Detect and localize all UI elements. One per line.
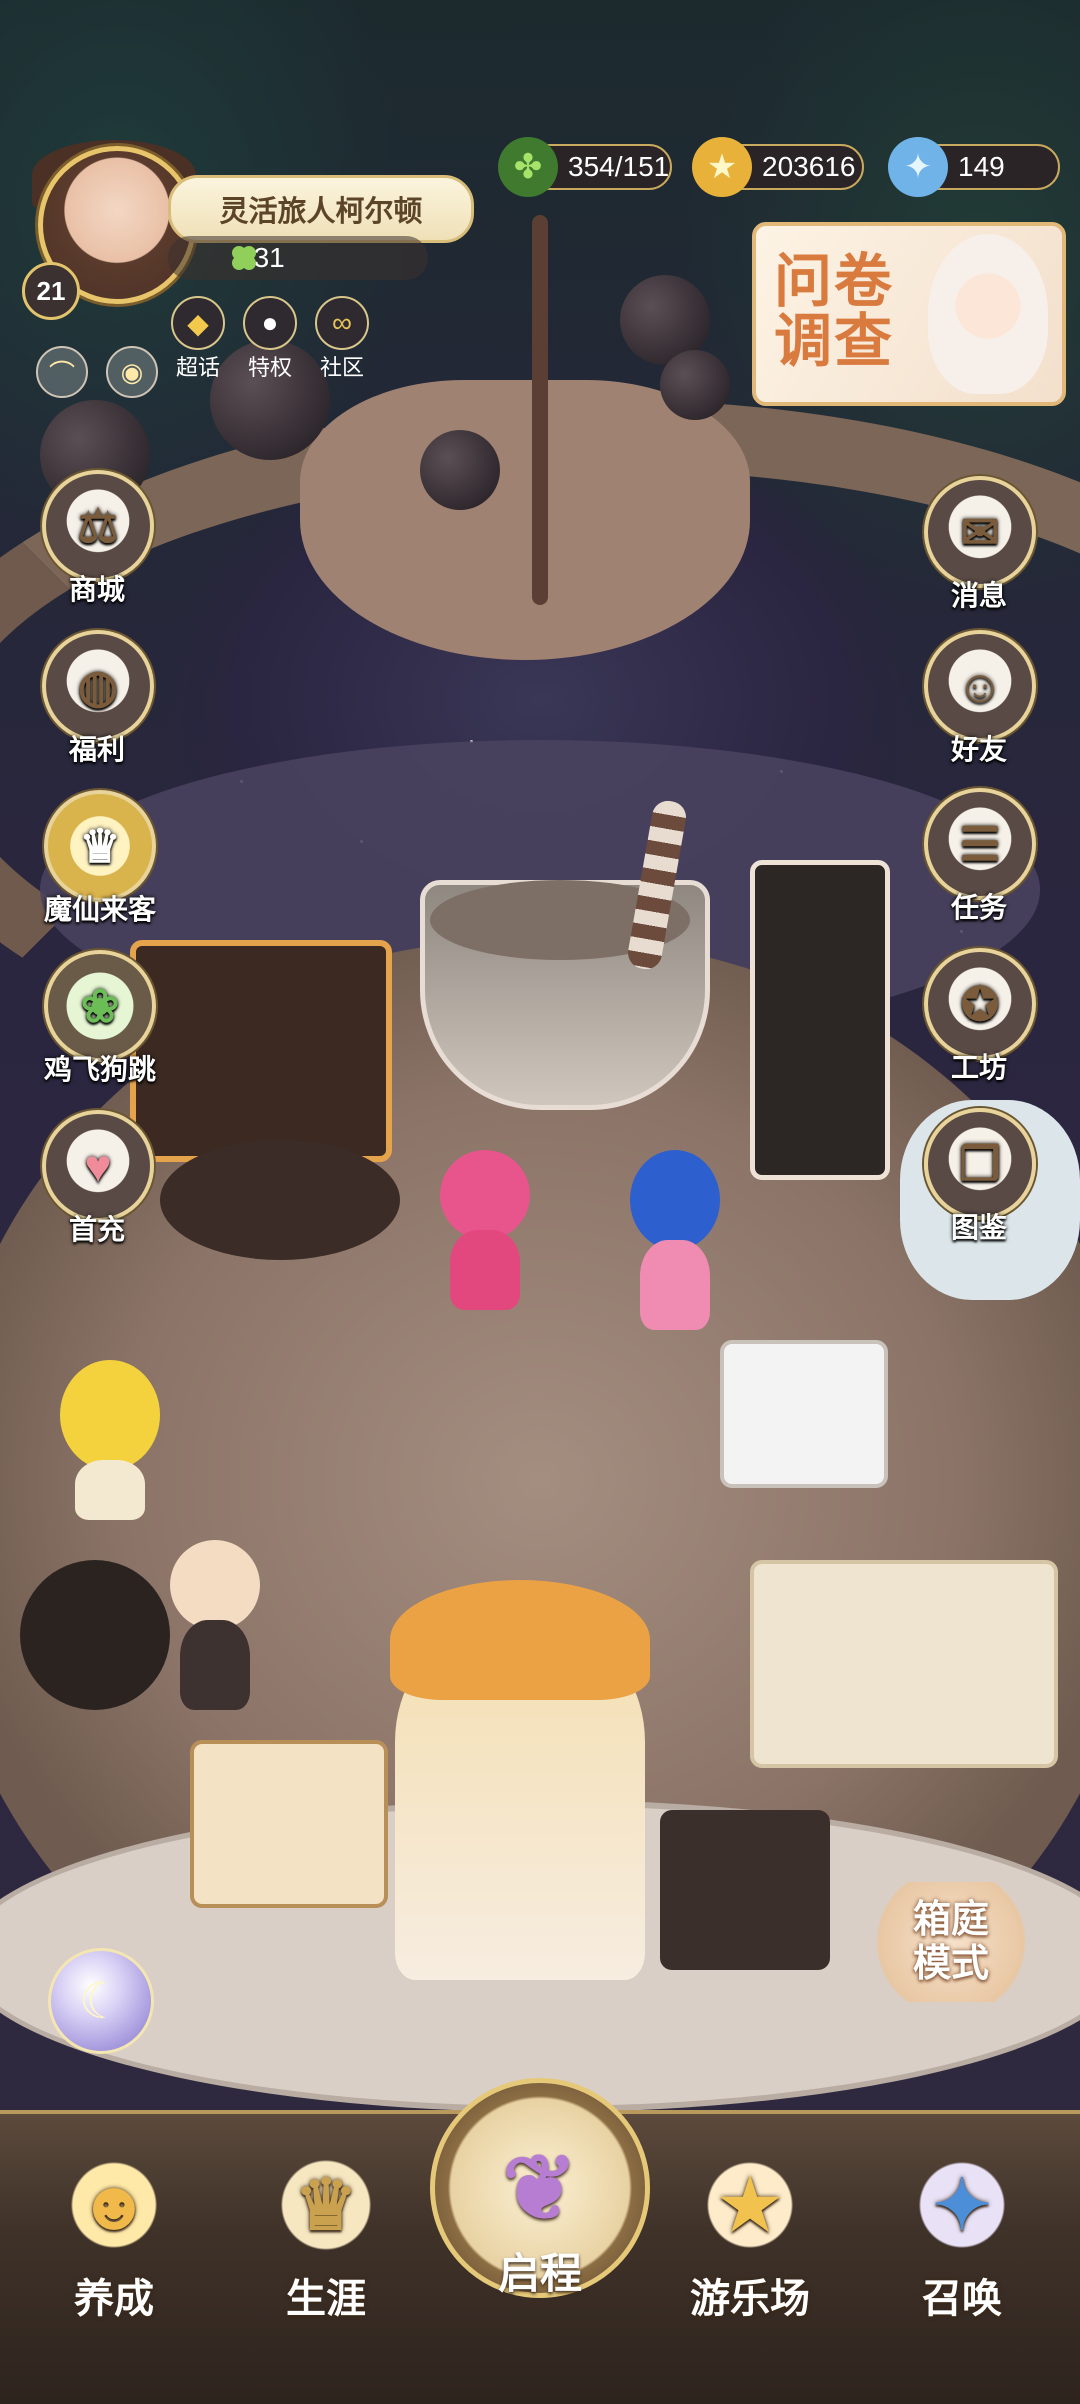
cake-cart [190, 1740, 388, 1908]
nav-nurture-label: 养成 [74, 2277, 154, 2321]
diamond-gem-icon: ✦ [888, 137, 948, 197]
workshop-button[interactable]: ✪ 工坊 [924, 948, 1036, 1086]
nav-playground[interactable]: ★ 游乐场 [660, 2130, 840, 2324]
scale-icon: ⚖ [42, 470, 154, 582]
shop-label: 商城 [68, 574, 125, 605]
album-icon: ❒ [924, 1108, 1036, 1220]
community-link[interactable]: ∞ 社区 [312, 296, 372, 382]
crystal-moon-icon[interactable]: ☾ [48, 1948, 154, 2054]
super-topic-label: 超话 [175, 355, 220, 380]
stamina-counter[interactable]: ✤ 354/151 [498, 137, 672, 197]
player-clover-plate: 331 [168, 236, 428, 280]
player-name: 灵活旅人柯尔顿 [219, 196, 423, 228]
stamina-value: 354/151 [568, 151, 670, 182]
tent-top [390, 1580, 650, 1700]
privilege-link[interactable]: ● 特权 [240, 296, 300, 382]
dog-icon: ❀ [44, 950, 156, 1062]
nav-summon-label: 召唤 [922, 2277, 1002, 2321]
nav-summon[interactable]: ✦ 召唤 [872, 2130, 1052, 2324]
white-bench [720, 1340, 888, 1488]
round-rug [160, 1140, 400, 1260]
card-star-icon: ✦ [892, 2130, 1032, 2280]
survey-character-icon [928, 234, 1048, 394]
chicken-dog-label: 鸡飞狗跳 [43, 1054, 156, 1085]
friends-label: 好友 [950, 734, 1007, 765]
nav-career[interactable]: ♛ 生涯 [236, 2130, 416, 2324]
survey-banner[interactable]: 问卷调查 [752, 222, 1066, 406]
workshop-icon: ✪ [924, 948, 1036, 1060]
dark-cabinet [750, 860, 890, 1180]
welfare-label: 福利 [68, 734, 125, 765]
chicken-dog-button[interactable]: ❀ 鸡飞狗跳 [30, 950, 170, 1088]
crown-icon: ♛ [44, 790, 156, 902]
shop-button[interactable]: ⚖ 商城 [42, 470, 154, 608]
garden-mode-line1: 箱庭 [912, 1899, 989, 1941]
panda-chair [660, 1810, 830, 1970]
clover-icon [232, 246, 256, 270]
workshop-label: 工坊 [950, 1052, 1007, 1083]
survey-label: 问卷调查 [774, 249, 895, 374]
clover-icon: ✤ [498, 137, 558, 197]
community-label: 社区 [319, 355, 364, 380]
privilege-label: 特权 [247, 355, 292, 380]
mask-icon: ∞ [315, 296, 369, 350]
crown-icon: ♛ [256, 2130, 396, 2280]
first-recharge-label: 首充 [68, 1214, 125, 1245]
album-label: 图鉴 [950, 1212, 1007, 1243]
messages-label: 消息 [950, 580, 1007, 611]
tasks-button[interactable]: ☰ 任务 [924, 788, 1036, 926]
player-links: ◆ 超话 ● 特权 ∞ 社区 [168, 296, 372, 382]
player-level-badge: 21 [22, 262, 80, 320]
globe-gift-icon: ◍ [42, 630, 154, 742]
nav-playground-label: 游乐场 [690, 2277, 810, 2321]
umbrella-stick [532, 215, 548, 605]
tapioca-pearl [660, 350, 730, 420]
qq-penguin-icon: ● [243, 296, 297, 350]
white-table [750, 1560, 1058, 1768]
star-emblem-icon: ★ [680, 2130, 820, 2280]
welfare-button[interactable]: ◍ 福利 [42, 630, 154, 768]
tasks-label: 任务 [950, 892, 1007, 923]
nav-career-label: 生涯 [286, 2277, 366, 2321]
camera-icon[interactable]: ◉ [106, 346, 158, 398]
diamond-counter[interactable]: ✦ 149 [888, 137, 1060, 197]
nav-nurture[interactable]: ☻ 养成 [24, 2130, 204, 2324]
friends-icon: ☺ [924, 630, 1036, 742]
gold-value: 203616 [762, 151, 856, 182]
umbrella-hand [300, 380, 750, 660]
round-side-table [20, 1560, 170, 1710]
gold-counter[interactable]: ★ 203616 [692, 137, 864, 197]
task-list-icon: ☰ [924, 788, 1036, 900]
magic-visitor-button[interactable]: ♛ 魔仙来客 [30, 790, 170, 928]
super-topic-link[interactable]: ◆ 超话 [168, 296, 228, 382]
first-recharge-button[interactable]: ♥ 首充 [42, 1110, 154, 1248]
player-name-plate[interactable]: 灵活旅人柯尔顿 [168, 175, 474, 243]
gift-doll-icon: ♥ [42, 1110, 154, 1222]
nav-start-journey[interactable]: ❦ 启程 [430, 2078, 650, 2301]
garden-mode-line2: 模式 [912, 1943, 989, 1985]
garden-mode-button[interactable]: 箱庭 模式 [866, 1882, 1036, 2002]
eye-mask-icon[interactable]: ⌒ [36, 346, 88, 398]
tapioca-pearl [420, 430, 500, 510]
album-button[interactable]: ❒ 图鉴 [924, 1108, 1036, 1246]
diamond-value: 149 [958, 151, 1005, 182]
gold-coin-icon: ★ [692, 137, 752, 197]
envelope-icon: ✉ [924, 476, 1036, 588]
diamond-icon: ◆ [171, 296, 225, 350]
messages-button[interactable]: ✉ 消息 [924, 476, 1036, 614]
friends-button[interactable]: ☺ 好友 [924, 630, 1036, 768]
nav-start-label: 启程 [497, 2250, 582, 2297]
magic-visitor-label: 魔仙来客 [43, 894, 156, 925]
sleeping-girl-icon: ☻ [44, 2130, 184, 2280]
